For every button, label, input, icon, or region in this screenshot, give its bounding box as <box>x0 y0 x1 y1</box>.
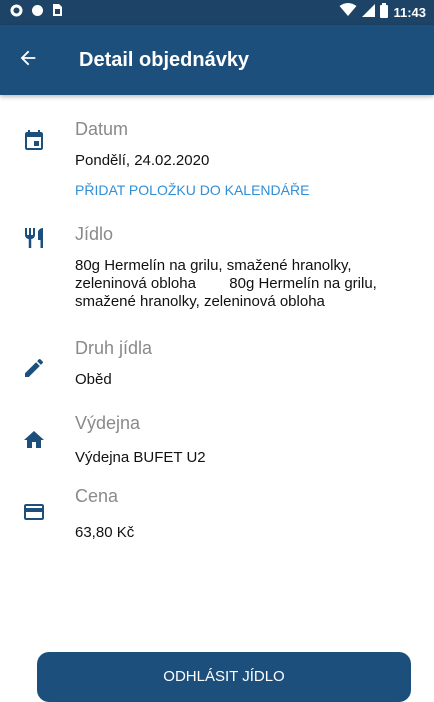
canteen-section: Výdejna Výdejna BUFET U2 <box>0 413 434 483</box>
canteen-value: Výdejna BUFET U2 <box>75 449 206 466</box>
price-section: Cena 63,80 Kč <box>0 486 434 556</box>
date-section: Datum Pondělí, 24.02.2020 PŘIDAT POLOŽKU… <box>0 114 434 214</box>
sim-card-icon <box>52 3 63 22</box>
meal-type-value: Oběd <box>75 371 112 388</box>
restaurant-icon <box>20 224 48 252</box>
date-value: Pondělí, 24.02.2020 <box>75 152 210 169</box>
circle-icon <box>31 4 44 22</box>
add-to-calendar-link[interactable]: PŘIDAT POLOŽKU DO KALENDÁŘE <box>75 182 309 198</box>
price-label: Cena <box>75 486 119 506</box>
cancel-meal-button[interactable]: ODHLÁSIT JÍDLO <box>37 652 411 702</box>
app-bar: Detail objednávky <box>0 25 434 95</box>
wifi-icon <box>339 3 357 22</box>
home-icon <box>20 426 48 454</box>
food-value-line: zeleninová obloha 80g Hermelín na grilu, <box>75 275 377 292</box>
meal-type-label: Druh jídla <box>75 338 153 358</box>
back-button[interactable] <box>14 46 42 74</box>
canteen-label: Výdejna <box>75 413 141 433</box>
page-title: Detail objednávky <box>79 49 250 71</box>
price-value: 63,80 Kč <box>75 524 135 541</box>
status-bar-left <box>10 3 63 22</box>
status-bar: 11:43 <box>0 0 434 25</box>
food-value: 80g Hermelín na grilu, smažené hranolky,… <box>75 257 415 311</box>
battery-icon <box>380 2 389 23</box>
circle-icon <box>10 4 23 22</box>
pencil-icon <box>20 354 48 382</box>
food-section: Jídlo 80g Hermelín na grilu, smažené hra… <box>0 222 434 332</box>
arrow-back-icon <box>17 47 39 74</box>
food-label: Jídlo <box>75 224 114 244</box>
food-value-line: smažené hranolky, zeleninová obloha <box>75 293 325 310</box>
credit-card-icon <box>20 498 48 526</box>
meal-type-section: Druh jídla Oběd <box>0 338 434 408</box>
food-value-line: 80g Hermelín na grilu, smažené hranolky, <box>75 257 352 274</box>
status-bar-right: 11:43 <box>339 2 426 23</box>
status-time: 11:43 <box>393 5 426 20</box>
date-label: Datum <box>75 119 129 139</box>
calendar-icon <box>20 126 48 154</box>
signal-icon <box>362 3 376 22</box>
